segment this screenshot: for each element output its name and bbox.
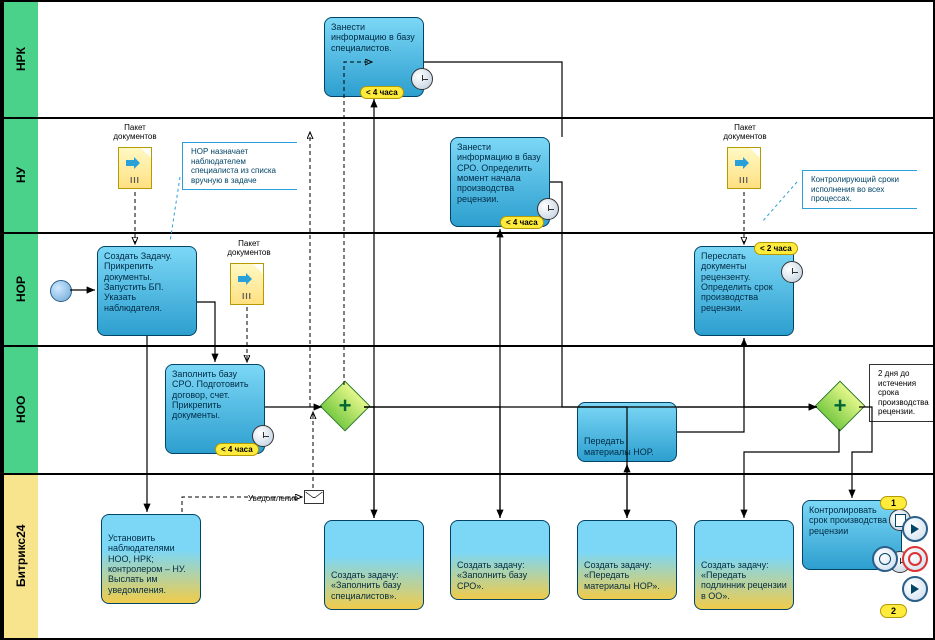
link-2: 2 bbox=[880, 604, 907, 618]
task-b24-spec[interactable]: Создать задачу: «Заполнить базу специали… bbox=[324, 520, 424, 610]
end-event-arrow bbox=[902, 516, 928, 542]
task-b24-materials[interactable]: Создать задачу: «Передать материалы НОР»… bbox=[577, 520, 677, 600]
collection-icon: III bbox=[130, 176, 140, 185]
task-label: Контролировать срок производства рецензи… bbox=[809, 505, 895, 536]
parallel-gateway: + bbox=[320, 381, 371, 432]
divider bbox=[2, 345, 933, 347]
task-label: Создать задачу: «Заполнить базу специали… bbox=[331, 570, 417, 601]
annotation-controller: Контролирующий сроки исполнения во всех … bbox=[802, 170, 917, 209]
task-b24-original[interactable]: Создать задачу: «Передать подлинник реце… bbox=[694, 520, 794, 610]
link-1: 1 bbox=[880, 496, 907, 510]
lane-nu: НУ bbox=[2, 117, 38, 232]
divider bbox=[2, 473, 933, 475]
time-badge-4h: < 4 часа bbox=[215, 443, 259, 456]
label-notify: Уведомление bbox=[248, 494, 298, 503]
plus-icon: + bbox=[328, 389, 362, 423]
arrow-icon bbox=[126, 158, 140, 168]
task-label: Переслать документы рецензенту. Определи… bbox=[701, 251, 787, 313]
collection-icon: III bbox=[739, 176, 749, 185]
task-label: Заполнить базу CPO. Подготовить договор,… bbox=[172, 369, 258, 421]
annotation-text: НОР назначает наблюдателем специалиста и… bbox=[191, 147, 276, 185]
lane-noo: НОО bbox=[2, 345, 38, 473]
task-label: Занести информацию в базу СРО. Определит… bbox=[457, 142, 543, 204]
data-object-label: Пакет документов bbox=[720, 124, 770, 142]
intermediate-timer bbox=[872, 546, 898, 572]
arrow-icon bbox=[238, 274, 252, 284]
data-object-docs: III bbox=[727, 147, 761, 189]
timer-icon bbox=[781, 261, 803, 283]
task-noo-fill[interactable]: Заполнить базу CPO. Подготовить договор,… bbox=[165, 364, 265, 454]
task-nor-create[interactable]: Создать Задачу. Прикрепить документы. За… bbox=[97, 246, 197, 336]
annotation-text: Контролирующий сроки исполнения во всех … bbox=[811, 175, 899, 203]
lane-bitrix24: Битрикс24 bbox=[2, 473, 38, 638]
collection-icon: III bbox=[242, 292, 252, 301]
task-b24-observers[interactable]: Установить наблюдателями НОО, НРК; контр… bbox=[101, 514, 201, 604]
lane-nrk: НРК bbox=[2, 2, 38, 117]
envelope-icon bbox=[304, 490, 324, 504]
data-object-docs: III bbox=[230, 263, 264, 305]
task-label: Создать задачу: «Заполнить базу СРО». bbox=[457, 560, 543, 591]
task-noo-send[interactable]: Передать материалы НОР. bbox=[577, 402, 677, 462]
timer-icon bbox=[411, 68, 433, 90]
end-event-error bbox=[902, 546, 928, 572]
task-nu-enter-sro[interactable]: Занести информацию в базу СРО. Определит… bbox=[450, 137, 550, 227]
annotation-text: 2 дня до истечения срока производства ре… bbox=[878, 369, 929, 416]
parallel-gateway: + bbox=[815, 381, 866, 432]
divider bbox=[2, 232, 933, 234]
arrow-icon bbox=[735, 158, 749, 168]
divider bbox=[2, 117, 933, 119]
end-event-arrow bbox=[902, 576, 928, 602]
lane-nor: НОР bbox=[2, 232, 38, 345]
task-b24-sro[interactable]: Создать задачу: «Заполнить базу СРО». bbox=[450, 520, 550, 600]
task-label: Занести информацию в базу специалистов. bbox=[331, 22, 417, 53]
annotation-deadline: 2 дня до истечения срока производства ре… bbox=[869, 364, 935, 422]
time-badge-4h: < 4 часа bbox=[360, 86, 404, 99]
task-nrk-enter-specialists[interactable]: Занести информацию в базу специалистов. bbox=[324, 17, 424, 97]
bpmn-diagram: НРК НУ НОР НОО Битрикс24 Занести информа… bbox=[0, 0, 935, 640]
annotation-hop: НОР назначает наблюдателем специалиста и… bbox=[182, 142, 297, 190]
data-object-label: Пакет документов bbox=[110, 124, 160, 142]
task-label: Передать материалы НОР. bbox=[584, 436, 670, 457]
data-object-label: Пакет документов bbox=[224, 240, 274, 258]
task-label: Создать задачу: «Передать подлинник реце… bbox=[701, 560, 787, 601]
start-event bbox=[50, 280, 72, 302]
task-label: Создать Задачу. Прикрепить документы. За… bbox=[104, 251, 190, 313]
task-label: Создать задачу: «Передать материалы НОР»… bbox=[584, 560, 670, 591]
task-nor-forward[interactable]: Переслать документы рецензенту. Определи… bbox=[694, 246, 794, 336]
task-label: Установить наблюдателями НОО, НРК; контр… bbox=[108, 533, 194, 595]
time-badge-2h: < 2 часа bbox=[754, 242, 798, 255]
plus-icon: + bbox=[823, 389, 857, 423]
time-badge-4h: < 4 часа bbox=[500, 216, 544, 229]
data-object-docs: III bbox=[118, 147, 152, 189]
